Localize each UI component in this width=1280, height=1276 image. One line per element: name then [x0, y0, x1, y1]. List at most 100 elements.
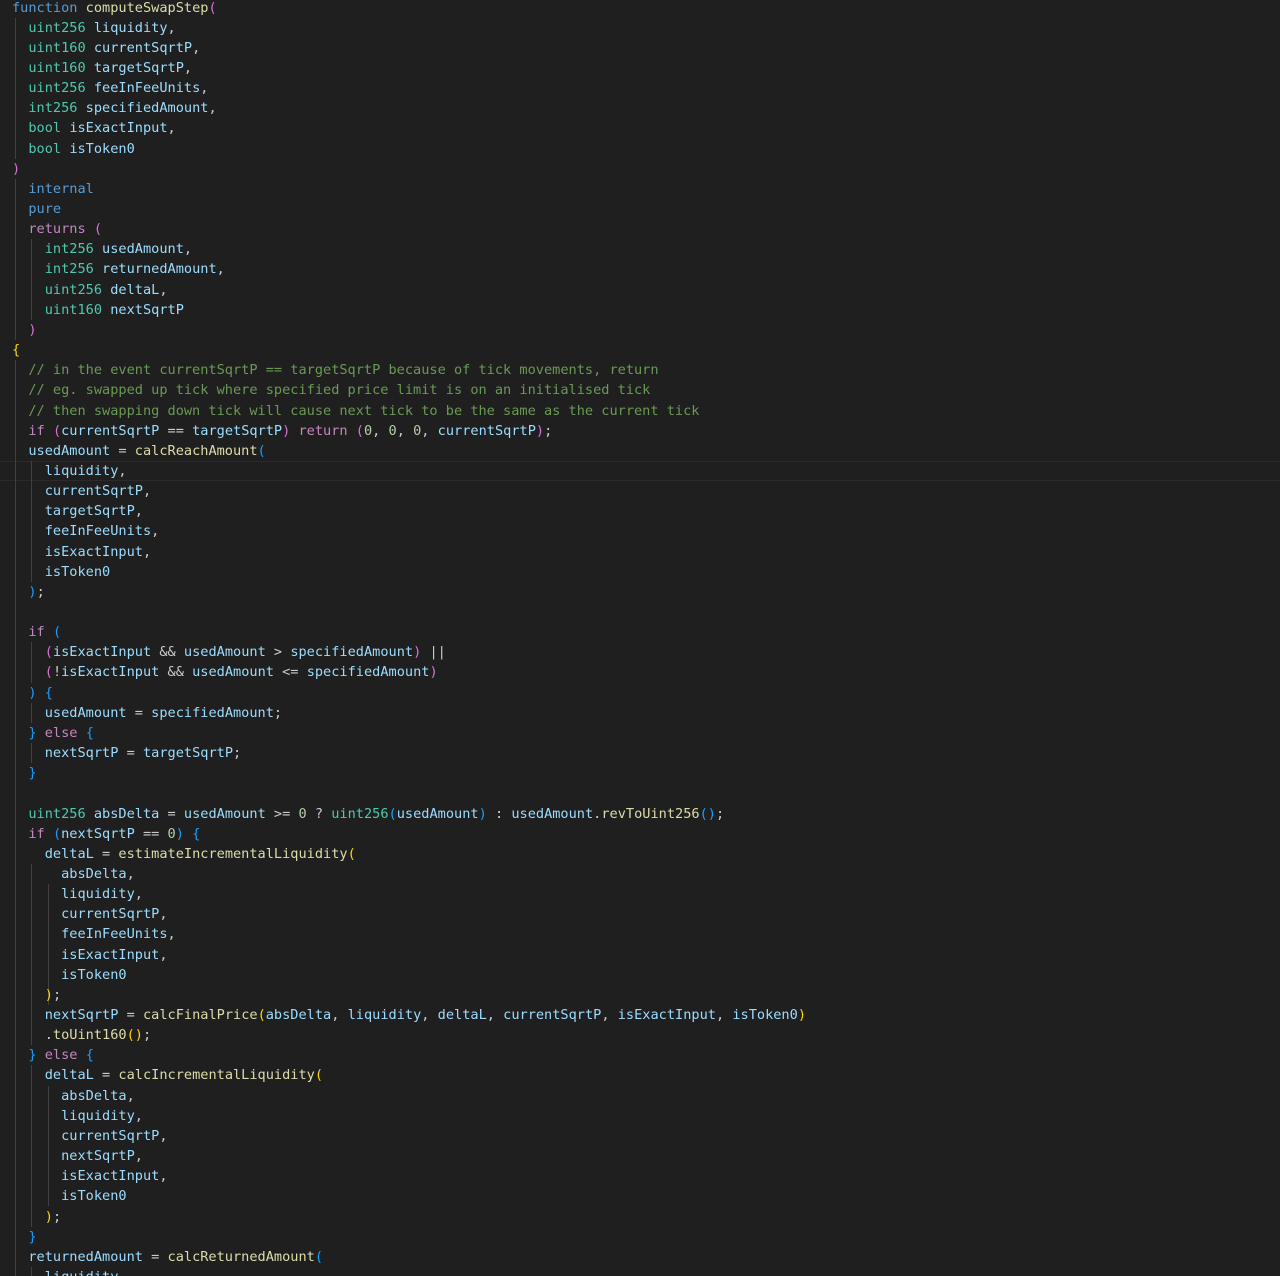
code-line[interactable]: int256 specifiedAmount, [12, 98, 216, 118]
code-token-type: bool [28, 140, 62, 157]
code-line[interactable]: absDelta, [12, 864, 135, 884]
code-line[interactable]: returnedAmount = calcReturnedAmount( [12, 1247, 323, 1267]
code-line[interactable]: isExactInput, [12, 945, 167, 965]
code-line[interactable]: // then swapping down tick will cause ne… [12, 401, 699, 421]
code-line[interactable]: (!isExactInput && usedAmount <= specifie… [12, 662, 438, 682]
code-token-var: feeInFeeUnits [61, 926, 168, 943]
code-line[interactable]: currentSqrtP, [12, 481, 151, 501]
code-line[interactable]: uint256 liquidity, [12, 18, 175, 38]
code-token-txt: > [265, 644, 291, 661]
code-line[interactable]: ); [12, 1207, 61, 1227]
code-editor[interactable]: function computeSwapStep( uint256 liquid… [0, 0, 1280, 1276]
code-token-txt: , [118, 1269, 126, 1276]
code-line[interactable]: feeInFeeUnits, [12, 521, 160, 541]
code-line[interactable]: int256 usedAmount, [12, 239, 192, 259]
code-token-txt: = [93, 1067, 119, 1084]
code-line[interactable]: isToken0 [12, 965, 126, 985]
code-line[interactable]: uint160 currentSqrtP, [12, 38, 200, 58]
code-token-var: deltaL [44, 845, 94, 862]
code-line[interactable]: bool isExactInput, [12, 118, 175, 138]
code-line[interactable]: targetSqrtP, [12, 501, 143, 521]
code-line[interactable]: currentSqrtP, [12, 904, 167, 924]
code-line[interactable]: isToken0 [12, 1186, 126, 1206]
code-line[interactable]: isExactInput, [12, 542, 151, 562]
code-line[interactable]: } else { [12, 723, 94, 743]
code-line[interactable]: .toUint160(); [12, 1025, 151, 1045]
code-line[interactable]: ) { [12, 683, 53, 703]
code-line[interactable]: isToken0 [12, 562, 110, 582]
code-line[interactable]: if (nextSqrtP == 0) { [12, 824, 200, 844]
code-line[interactable]: uint256 deltaL, [12, 280, 168, 300]
code-token-p1: ( [208, 0, 217, 16]
code-line[interactable]: returns ( [12, 219, 102, 239]
code-token-txt: == [159, 422, 193, 439]
code-line[interactable]: pure [12, 199, 61, 219]
code-line[interactable]: } [12, 1227, 36, 1247]
code-line[interactable]: } else { [12, 1045, 94, 1065]
code-line[interactable]: nextSqrtP = targetSqrtP; [12, 743, 241, 763]
code-line[interactable]: uint256 feeInFeeUnits, [12, 78, 208, 98]
code-token-txt: = [118, 1007, 143, 1023]
code-line[interactable]: bool isToken0 [12, 139, 134, 159]
code-token-p2: ) [28, 583, 37, 600]
code-token-fn: calcFinalPrice [142, 1007, 258, 1023]
code-line[interactable]: deltaL = calcIncrementalLiquidity( [12, 1065, 323, 1085]
code-line[interactable]: usedAmount = calcReachAmount( [12, 441, 265, 461]
code-line[interactable]: // in the event currentSqrtP == targetSq… [12, 360, 658, 380]
code-line[interactable]: internal [12, 179, 93, 199]
code-line[interactable]: function computeSwapStep( [12, 0, 217, 18]
code-token-txt: <= [273, 664, 307, 681]
code-line[interactable]: if ( [12, 622, 61, 642]
code-line[interactable]: isExactInput, [12, 1166, 167, 1186]
code-line[interactable]: uint160 targetSqrtP, [12, 58, 192, 78]
code-line[interactable]: nextSqrtP = calcFinalPrice(absDelta, liq… [12, 1005, 806, 1025]
code-token-var: liquidity [61, 1107, 135, 1124]
code-token-txt: , [216, 261, 225, 278]
code-line[interactable]: usedAmount = specifiedAmount; [12, 703, 282, 723]
code-line[interactable]: uint256 absDelta = usedAmount >= 0 ? uin… [12, 804, 724, 824]
code-line[interactable]: liquidity, [12, 1267, 127, 1276]
code-line[interactable]: ) [12, 159, 20, 179]
code-line[interactable]: deltaL = estimateIncrementalLiquidity( [12, 844, 356, 864]
code-token-txt: , [183, 241, 193, 258]
code-token-var: usedAmount [44, 704, 127, 721]
code-token-var: currentSqrtP [61, 422, 160, 439]
code-line[interactable]: (isExactInput && usedAmount > specifiedA… [12, 642, 446, 662]
code-line[interactable]: // eg. swapped up tick where specified p… [12, 380, 650, 400]
code-line[interactable]: if (currentSqrtP == targetSqrtP) return … [12, 421, 552, 441]
code-line[interactable]: nextSqrtP, [12, 1146, 143, 1166]
code-line[interactable]: currentSqrtP, [12, 1126, 167, 1146]
code-line[interactable]: feeInFeeUnits, [12, 924, 176, 944]
code-line[interactable]: liquidity, [12, 461, 127, 481]
code-token-p2: ( [52, 624, 62, 641]
code-line[interactable]: { [12, 340, 20, 360]
code-token-ctrl: if [28, 624, 45, 641]
code-token-fn: revToUint256 [601, 805, 700, 822]
code-line[interactable]: liquidity, [12, 1106, 143, 1126]
code-line[interactable]: } [12, 763, 36, 783]
code-token-txt: = [110, 442, 135, 459]
code-line[interactable]: uint160 nextSqrtP [12, 300, 184, 320]
code-line[interactable]: ); [12, 582, 44, 602]
code-line[interactable]: absDelta, [12, 1086, 135, 1106]
code-line[interactable]: liquidity, [12, 884, 143, 904]
code-token-kw: function [12, 0, 78, 16]
code-line[interactable]: ); [12, 985, 61, 1005]
code-token-p3: ( [257, 1007, 266, 1023]
code-line[interactable]: int256 returnedAmount, [12, 259, 225, 279]
code-token-txt: , [372, 422, 389, 439]
code-token-var: nextSqrtP [44, 745, 119, 762]
code-token-var: usedAmount [102, 241, 184, 258]
code-line[interactable]: ) [12, 320, 36, 340]
